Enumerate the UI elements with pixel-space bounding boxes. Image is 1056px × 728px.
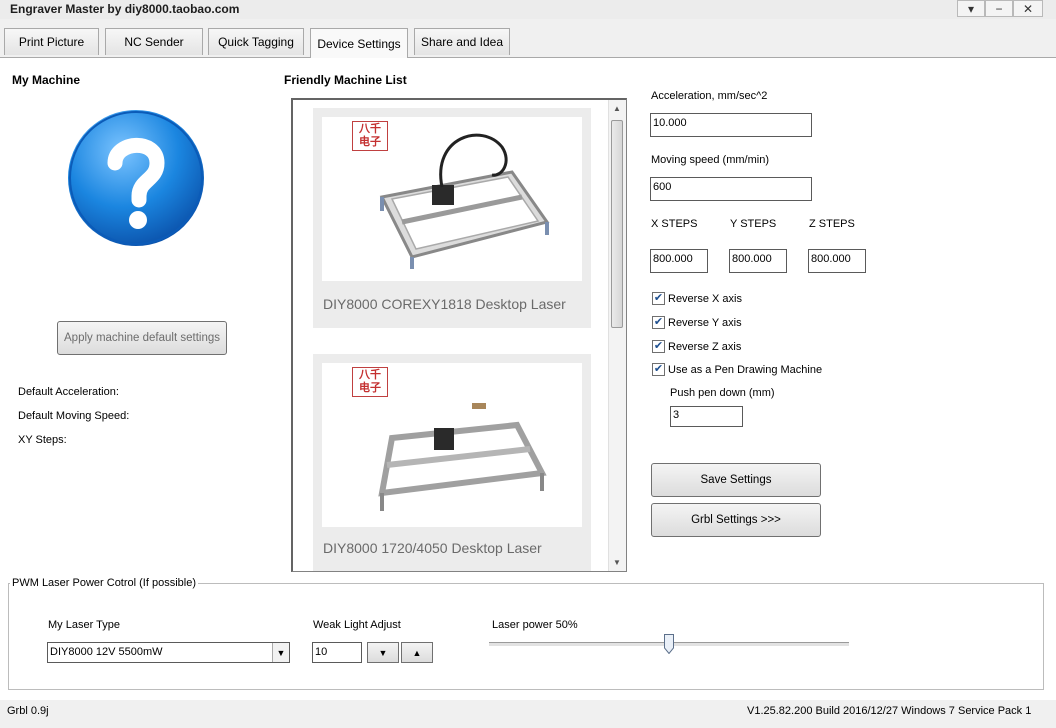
decrease-button[interactable]: ▼ — [367, 642, 399, 663]
moving-speed-input[interactable]: 600 — [650, 177, 812, 201]
reverse-x-checkbox[interactable]: ✔ — [652, 292, 665, 305]
status-bar: Grbl 0.9j V1.25.82.200 Build 2016/12/27 … — [0, 700, 1056, 728]
laser-type-label: My Laser Type — [48, 619, 120, 631]
pen-drawing-label: Use as a Pen Drawing Machine — [668, 364, 823, 376]
laser-type-value: DIY8000 12V 5500mW — [50, 646, 163, 658]
window-title: Engraver Master by diy8000.taobao.com — [10, 2, 240, 16]
arrow-up-icon: ▲ — [412, 647, 422, 658]
friendly-machine-list-heading: Friendly Machine List — [284, 73, 407, 87]
laser-power-label: Laser power 50% — [492, 619, 578, 631]
tab-quick-tagging[interactable]: Quick Tagging — [208, 28, 304, 55]
xy-steps-label: XY Steps: — [18, 434, 67, 446]
minimize-icon[interactable]: − — [985, 0, 1013, 17]
push-pen-input[interactable]: 3 — [670, 406, 743, 427]
chevron-down-icon[interactable]: ▼ — [272, 643, 289, 662]
reverse-y-checkbox[interactable]: ✔ — [652, 316, 665, 329]
reverse-y-label: Reverse Y axis — [668, 317, 742, 329]
laser-power-slider-thumb[interactable] — [664, 634, 674, 655]
weak-light-label: Weak Light Adjust — [313, 619, 401, 631]
tab-nc-sender[interactable]: NC Sender — [105, 28, 203, 55]
question-mark-icon — [66, 108, 206, 248]
y-steps-label: Y STEPS — [730, 218, 777, 230]
push-pen-label: Push pen down (mm) — [670, 387, 775, 399]
machine-name: DIY8000 COREXY1818 Desktop Laser — [323, 296, 566, 312]
scroll-up-icon[interactable]: ▲ — [613, 104, 621, 113]
tab-share-and-idea[interactable]: Share and Idea — [414, 28, 510, 55]
apply-machine-defaults-button[interactable]: Apply machine default settings — [57, 321, 227, 355]
machine-card-1720-4050[interactable]: 八千 电子 DIY8000 1720/4050 Desktop Laser — [313, 354, 591, 571]
scrollbar-thumb[interactable] — [611, 120, 623, 328]
pwm-group-title: PWM Laser Power Cotrol (If possible) — [10, 577, 198, 589]
z-steps-label: Z STEPS — [809, 218, 855, 230]
reverse-x-label: Reverse X axis — [668, 293, 742, 305]
weak-light-input[interactable]: 10 — [312, 642, 362, 663]
acceleration-input[interactable]: 10.000 — [650, 113, 812, 137]
dropdown-menu-icon[interactable]: ▾ — [957, 0, 985, 17]
machine-card-corexy1818[interactable]: 八千 电子 DIY8000 COREXY1818 Desktop Laser — [313, 108, 591, 328]
moving-speed-label: Moving speed (mm/min) — [651, 154, 769, 166]
title-bar: Engraver Master by diy8000.taobao.com ▾ … — [0, 0, 1056, 19]
my-machine-heading: My Machine — [12, 73, 81, 87]
machine-list-scrollbar[interactable]: ▲ ▼ — [608, 100, 626, 571]
tab-print-picture[interactable]: Print Picture — [4, 28, 99, 55]
save-settings-button[interactable]: Save Settings — [651, 463, 821, 497]
arrow-down-icon: ▼ — [378, 647, 388, 658]
pwm-group-box — [8, 583, 1044, 690]
reverse-z-checkbox[interactable]: ✔ — [652, 340, 665, 353]
grbl-settings-button[interactable]: Grbl Settings >>> — [651, 503, 821, 537]
tab-device-settings[interactable]: Device Settings — [310, 28, 408, 58]
default-moving-speed-label: Default Moving Speed: — [18, 410, 130, 422]
build-info-status: V1.25.82.200 Build 2016/12/27 Windows 7 … — [747, 705, 1032, 717]
grbl-version-status: Grbl 0.9j — [7, 705, 49, 717]
close-icon[interactable]: ✕ — [1013, 0, 1043, 17]
pen-drawing-checkbox[interactable]: ✔ — [652, 363, 665, 376]
x-steps-label: X STEPS — [651, 218, 698, 230]
z-steps-input[interactable]: 800.000 — [808, 249, 866, 273]
machine-image: 八千 电子 — [322, 117, 582, 281]
machine-list[interactable]: 八千 电子 DIY8000 COREXY1818 Desktop Laser 八… — [291, 98, 627, 572]
increase-button[interactable]: ▲ — [401, 642, 433, 663]
x-steps-input[interactable]: 800.000 — [650, 249, 708, 273]
scroll-down-icon[interactable]: ▼ — [613, 558, 621, 567]
laser-type-select[interactable]: DIY8000 12V 5500mW ▼ — [47, 642, 290, 663]
machine-name: DIY8000 1720/4050 Desktop Laser — [323, 540, 542, 556]
reverse-z-label: Reverse Z axis — [668, 341, 742, 353]
machine-image: 八千 电子 — [322, 363, 582, 527]
acceleration-label: Acceleration, mm/sec^2 — [651, 90, 768, 102]
y-steps-input[interactable]: 800.000 — [729, 249, 787, 273]
default-acceleration-label: Default Acceleration: — [18, 386, 119, 398]
